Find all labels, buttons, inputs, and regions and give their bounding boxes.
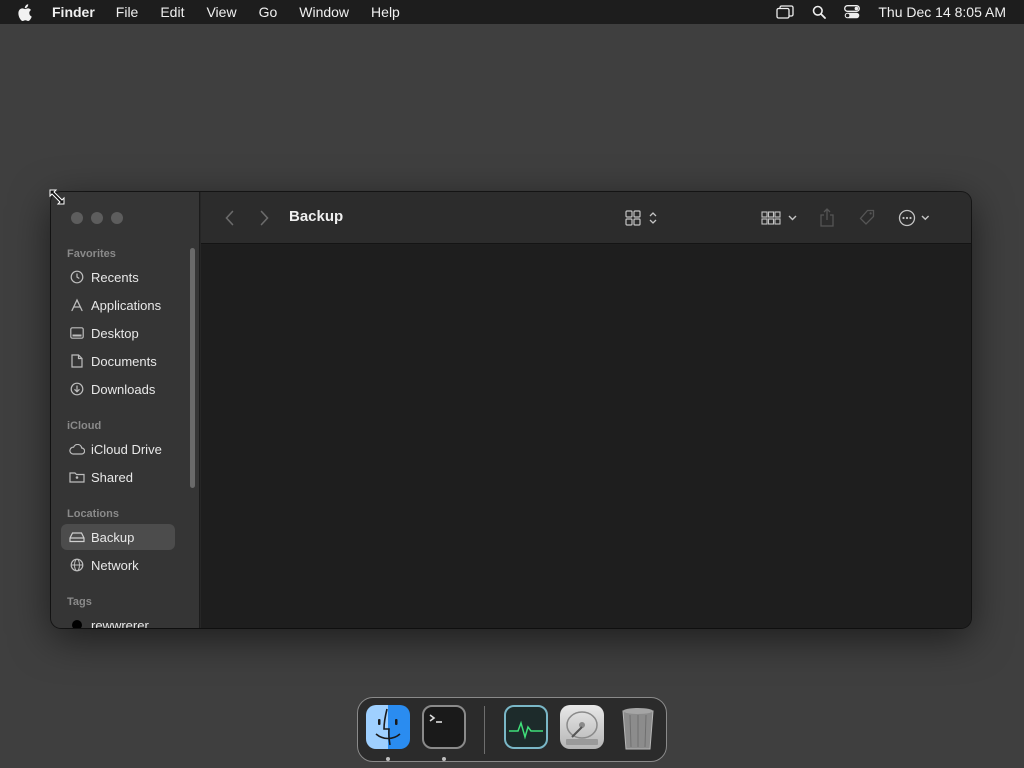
window-title: Backup [289, 208, 344, 225]
sidebar-item-label: iCloud Drive [91, 441, 162, 457]
menu-clock[interactable]: Thu Dec 14 8:05 AM [878, 4, 1006, 20]
shared-folder-icon [69, 469, 85, 485]
globe-icon [69, 557, 85, 573]
sidebar-item-label: Network [91, 557, 139, 573]
sidebar-section-locations: Locations [67, 508, 119, 520]
sidebar-item-icloud-drive[interactable]: iCloud Drive [61, 436, 175, 462]
sidebar-section-tags: Tags [67, 596, 92, 608]
finder-window: Favorites Recents Applications Desktop D… [51, 192, 971, 628]
resize-cursor-icon [48, 188, 66, 211]
activity-monitor-icon[interactable] [504, 705, 548, 749]
sidebar-item-shared[interactable]: Shared [61, 464, 175, 490]
menu-go[interactable]: Go [259, 4, 278, 20]
desktop-icon [69, 325, 85, 341]
drive-icon [69, 529, 85, 545]
sidebar-item-recents[interactable]: Recents [61, 264, 175, 290]
disk-utility-icon[interactable] [560, 705, 604, 749]
chevron-right-icon[interactable] [256, 208, 272, 228]
download-icon [69, 381, 85, 397]
sidebar-item-label: Documents [91, 353, 157, 369]
control-center-icon[interactable] [844, 5, 861, 19]
toolbar: Backup [201, 192, 971, 244]
document-icon [69, 353, 85, 369]
screen-mirroring-icon[interactable] [776, 5, 795, 19]
sidebar-item-label: Applications [91, 297, 162, 313]
sidebar-item-desktop[interactable]: Desktop [61, 320, 175, 346]
minimize-button[interactable] [91, 212, 103, 224]
dock-separator [484, 706, 485, 754]
menu-app-finder[interactable]: Finder [52, 4, 95, 20]
menu-help[interactable]: Help [371, 4, 400, 20]
sidebar-section-favorites: Favorites [67, 248, 116, 260]
running-indicator [386, 757, 390, 761]
terminal-icon[interactable] [422, 705, 466, 749]
sidebar-item-label: Backup [91, 529, 135, 545]
sidebar-item-network[interactable]: Network [61, 552, 175, 578]
finder-icon[interactable] [366, 705, 410, 749]
sidebar-item-backup[interactable]: Backup [61, 524, 175, 550]
menu-window[interactable]: Window [299, 4, 349, 20]
sidebar-item-label: Recents [91, 269, 139, 285]
share-icon[interactable] [817, 207, 837, 229]
zoom-button[interactable] [111, 212, 123, 224]
sidebar-item-label: rewwrerer [91, 617, 149, 629]
trash-icon[interactable] [616, 705, 660, 750]
icon-view-grid-icon[interactable] [622, 208, 662, 228]
sidebar-item-label: Desktop [91, 325, 139, 341]
group-by-grid-icon[interactable] [760, 208, 800, 228]
close-button[interactable] [71, 212, 83, 224]
sidebar-item-downloads[interactable]: Downloads [61, 376, 175, 402]
sidebar-item-label: Shared [91, 469, 133, 485]
menu-edit[interactable]: Edit [160, 4, 184, 20]
spotlight-search-icon[interactable] [812, 5, 827, 19]
sidebar-item-tag[interactable]: rewwrerer [61, 612, 175, 628]
sidebar-item-label: Downloads [91, 381, 156, 397]
window-controls [71, 212, 131, 224]
cloud-icon [69, 441, 85, 457]
sidebar: Favorites Recents Applications Desktop D… [51, 192, 200, 628]
menu-file[interactable]: File [116, 4, 139, 20]
sidebar-item-applications[interactable]: Applications [61, 292, 175, 318]
menu-view[interactable]: View [206, 4, 236, 20]
sidebar-scrollbar[interactable] [190, 248, 195, 488]
clock-icon [69, 269, 85, 285]
chevron-left-icon[interactable] [221, 208, 237, 228]
apple-logo-icon[interactable] [17, 3, 37, 21]
sidebar-section-icloud: iCloud [67, 420, 102, 432]
sidebar-item-documents[interactable]: Documents [61, 348, 175, 374]
main-pane: Backup [201, 192, 971, 628]
menu-bar: Finder File Edit View Go Window Help Thu… [0, 0, 1024, 24]
more-actions-icon[interactable] [897, 208, 933, 228]
running-indicator [442, 757, 446, 761]
applications-icon [69, 297, 85, 313]
file-list-area[interactable] [201, 245, 971, 628]
dock [357, 697, 667, 762]
tag-icon[interactable] [857, 208, 877, 228]
tag-color-dot [69, 617, 85, 628]
